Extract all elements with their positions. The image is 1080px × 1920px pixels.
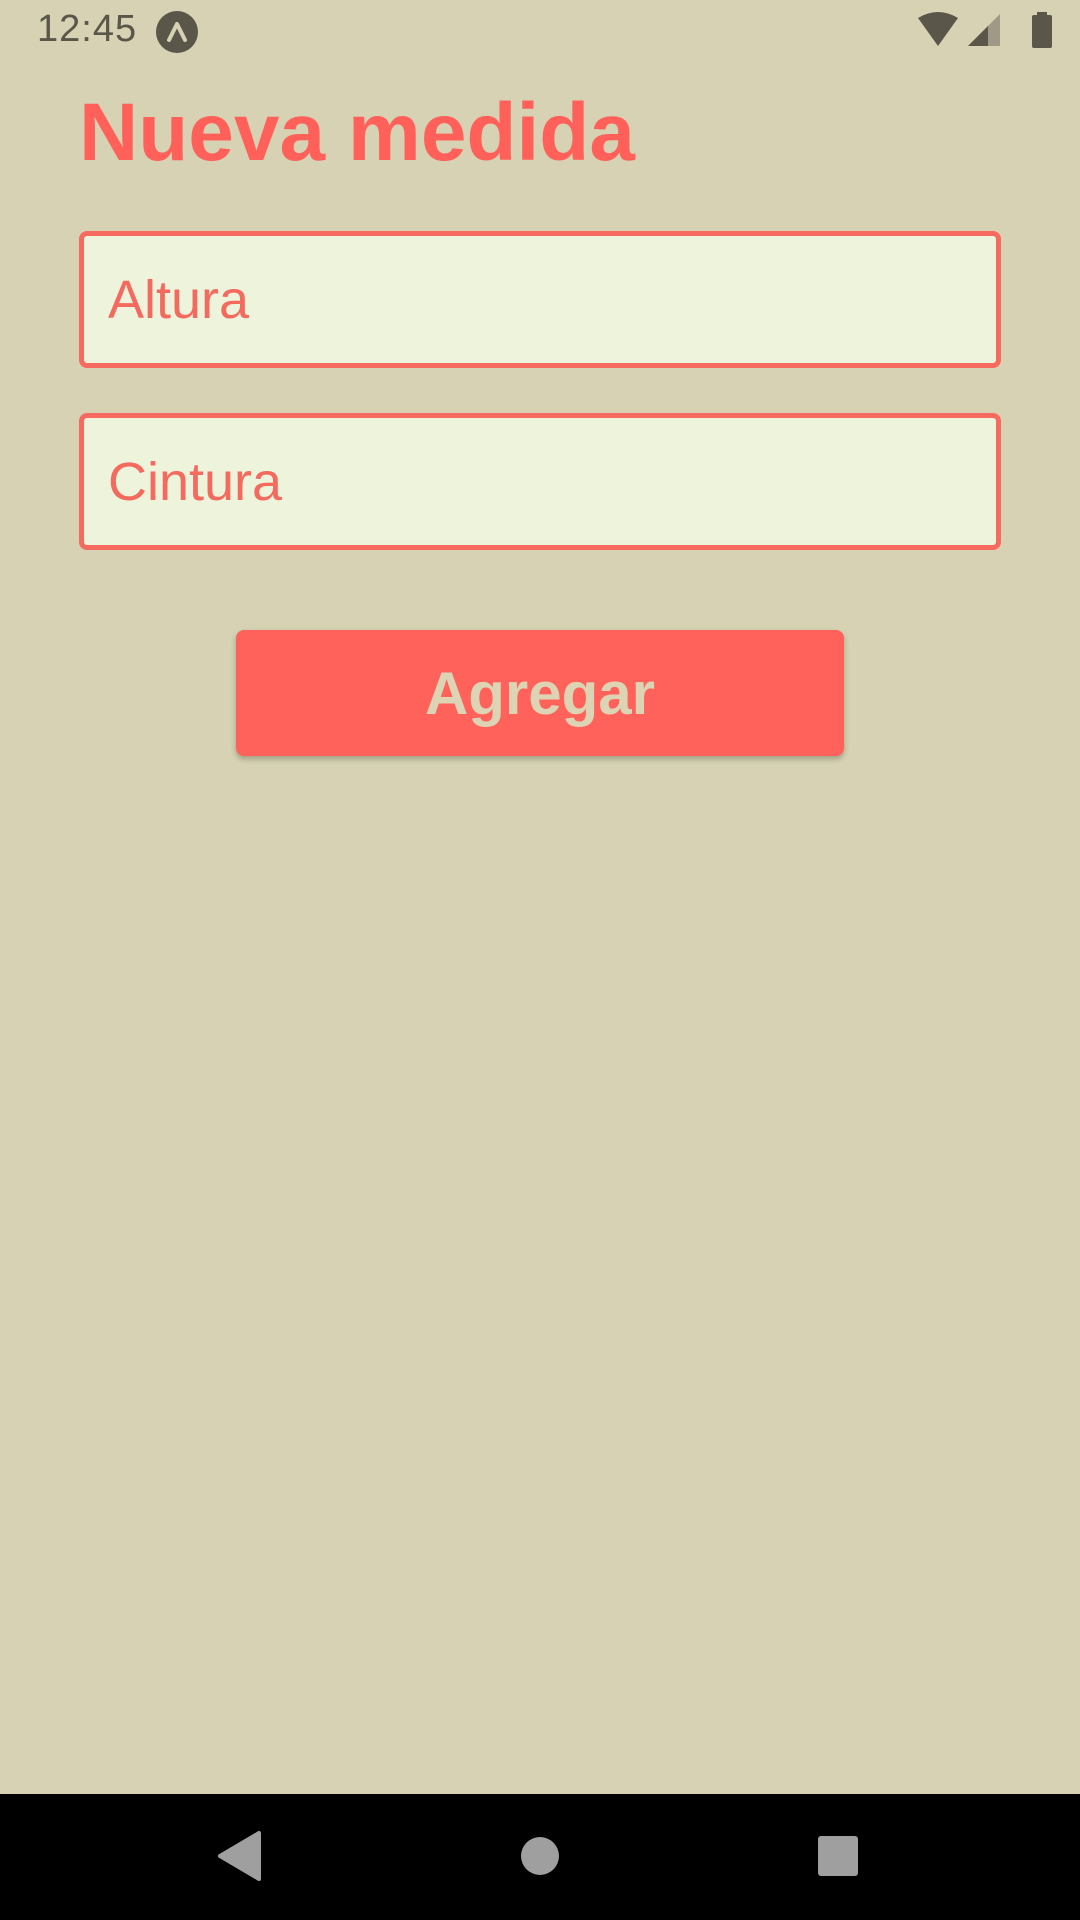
recents-button[interactable] xyxy=(778,1794,898,1920)
signal-icon xyxy=(968,14,1000,46)
recents-icon xyxy=(818,1836,858,1876)
expo-icon xyxy=(156,11,198,53)
wifi-icon xyxy=(918,12,958,46)
add-button[interactable]: Agregar xyxy=(236,630,844,756)
home-icon xyxy=(521,1837,559,1875)
app-screen: 12:45 Nueva medida Agregar xyxy=(0,0,1080,1920)
height-field[interactable] xyxy=(79,231,1001,368)
status-time: 12:45 xyxy=(37,8,138,50)
page-title: Nueva medida xyxy=(79,87,635,178)
battery-icon xyxy=(1032,12,1052,48)
waist-input[interactable] xyxy=(84,418,996,545)
height-input[interactable] xyxy=(84,236,996,363)
status-bar: 12:45 xyxy=(0,0,1080,64)
home-button[interactable] xyxy=(480,1794,600,1920)
back-icon xyxy=(218,1831,261,1881)
waist-field[interactable] xyxy=(79,413,1001,550)
navigation-bar xyxy=(0,1794,1080,1920)
back-button[interactable] xyxy=(180,1794,300,1920)
